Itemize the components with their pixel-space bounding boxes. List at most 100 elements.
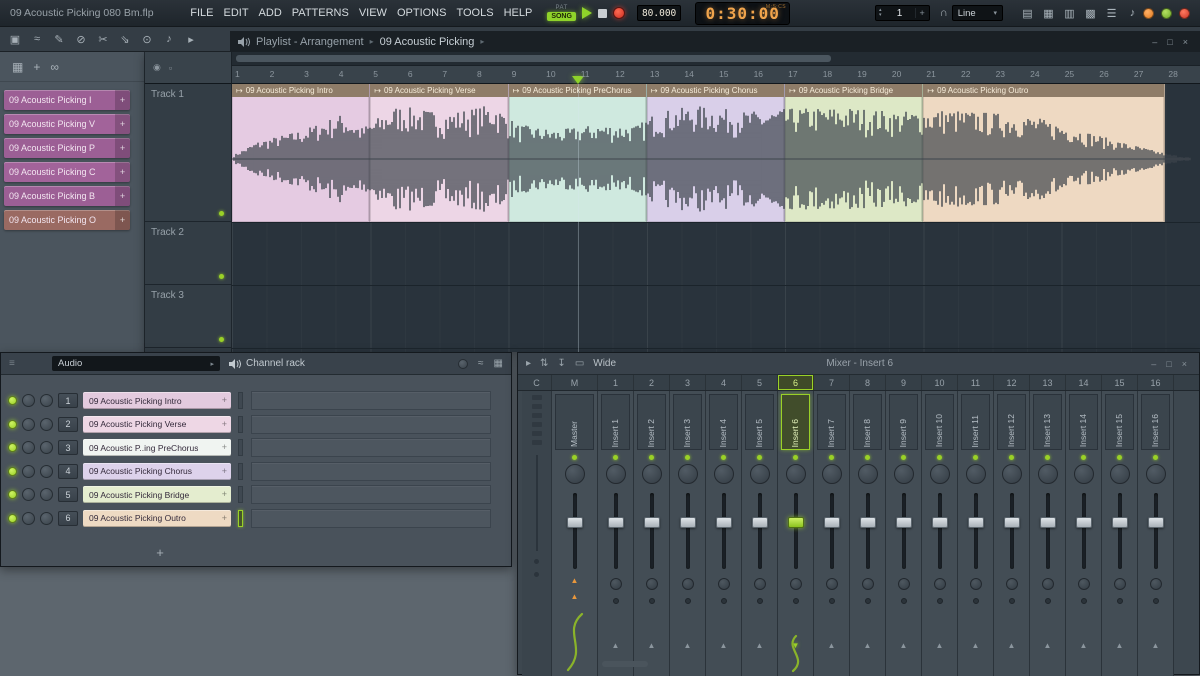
route-arrow-icon[interactable]: ▲ [1044,642,1052,650]
mixer-number-1[interactable]: 1 [598,375,634,390]
strip-name-plate[interactable]: Insert 1 [601,394,630,450]
playlist-clip[interactable]: ↦ 09 Acoustic Picking Outro [923,84,1166,222]
mixer-number-10[interactable]: 10 [922,375,958,390]
strip-name-plate[interactable]: Insert 3 [673,394,702,450]
fader-handle[interactable] [787,517,804,528]
mixer-master-strip[interactable]: Master ▲ ▲ [552,391,598,676]
stereo-sep-knob[interactable] [645,578,658,590]
playlist-clip[interactable]: ↦ 09 Acoustic Picking Bridge [785,84,924,222]
pan-knob[interactable] [857,464,878,484]
swing-knob[interactable] [458,358,469,369]
fader-handle[interactable] [823,517,840,528]
channel-select-indicator[interactable] [238,486,243,504]
channel-steps-area[interactable] [251,485,491,505]
channel-volume-knob[interactable] [40,394,53,408]
slice-tool-icon[interactable]: ✂ [92,29,114,49]
mixer-h-scrollbar[interactable] [602,661,648,667]
mixer-strip-13[interactable]: Insert 13 ▲ [1030,391,1066,676]
channel-select-indicator[interactable] [238,439,243,457]
channel-steps-area[interactable] [251,391,491,411]
channel-enable-led[interactable] [8,513,17,523]
add-pattern-button[interactable]: + [914,8,929,18]
channel-select-indicator[interactable] [238,509,243,527]
route-arrow-icon[interactable]: ▲ [936,642,944,650]
fader-handle[interactable] [895,517,912,528]
route-arrow-icon[interactable]: ▲ [828,642,836,650]
snap-dropdown[interactable]: Line ▾ [951,5,1003,21]
channel-button[interactable]: 09 Acoustic Picking Verse + [83,415,231,433]
mixer-strip-2[interactable]: Insert 2 ▲ [634,391,670,676]
mixer-header[interactable]: ▸ ⇅ ↧ ▭ Wide Mixer - Insert 6 – □ × [518,353,1199,375]
channel-select-indicator[interactable] [238,392,243,410]
channel-select-indicator[interactable] [238,462,243,480]
preview-tool-icon[interactable]: ♪ [158,29,180,49]
channel-number[interactable]: 3 [58,440,78,456]
playlist-toggle-icon[interactable]: ▤ [1017,4,1038,22]
stereo-sep-knob[interactable] [1113,578,1126,590]
menu-options[interactable]: OPTIONS [392,4,452,22]
strip-name-plate[interactable]: Insert 10 [925,394,954,450]
route-arrow-icon[interactable]: ▲ [720,642,728,650]
track-lock-icon[interactable]: ▫ [169,63,172,73]
channel-rack-header[interactable]: ≡ Audio ▸ Channel rack ≈ ▦ [1,353,511,375]
move-mode-icon[interactable]: + [33,60,40,74]
record-button[interactable] [612,7,625,19]
channel-volume-knob[interactable] [40,511,53,525]
route-arrow-icon[interactable]: ▲ [1152,642,1160,650]
stereo-sep-knob[interactable] [681,578,694,590]
stereo-sep-knob[interactable] [609,578,622,590]
fader-handle[interactable] [715,517,732,528]
pan-knob[interactable] [821,464,842,484]
volume-fader[interactable] [706,493,741,569]
mixer-strip-10[interactable]: Insert 10 ▲ [922,391,958,676]
piano-view-icon[interactable]: ▦ [12,60,23,74]
pattern-item-2[interactable]: 09 Acoustic Picking V + [4,114,130,134]
channel-button[interactable]: 09 Acoustic P..ing PreChorus + [83,439,231,457]
menu-tools[interactable]: TOOLS [451,4,498,22]
stereo-sep-knob[interactable] [933,578,946,590]
route-arrow-icon[interactable]: ▲ [684,642,692,650]
stereo-sep-knob[interactable] [789,578,802,590]
stereo-sep-knob[interactable] [1041,578,1054,590]
volume-fader[interactable] [742,493,777,569]
channel-volume-knob[interactable] [40,488,53,502]
close-icon[interactable]: × [1182,359,1187,369]
route-arrow-icon[interactable]: ▲ [972,642,980,650]
menu-edit[interactable]: EDIT [218,4,253,22]
add-channel-button[interactable]: + [153,545,167,560]
mixer-strip-7[interactable]: Insert 7 ▲ [814,391,850,676]
mixer-number-8[interactable]: 8 [850,375,886,390]
stop-button[interactable] [597,8,607,18]
pattern-drag-handle[interactable]: + [115,138,130,158]
route-arrow-icon[interactable]: ▲ [1080,642,1088,650]
strip-name-plate[interactable]: Insert 12 [997,394,1026,450]
mixer-swap-icon[interactable]: ⇅ [540,358,548,369]
pattern-drag-handle[interactable]: + [115,114,130,134]
pattern-spinner-arrows[interactable]: ▴ ▾ [876,8,885,18]
clip-header[interactable]: ↦ 09 Acoustic Picking Outro [923,84,1165,97]
menu-add[interactable]: ADD [254,4,287,22]
channel-steps-area[interactable] [251,414,491,434]
clip-header[interactable]: ↦ 09 Acoustic Picking Chorus [646,84,785,97]
stereo-sep-knob[interactable] [897,578,910,590]
route-arrow-icon[interactable]: ▲ [1116,642,1124,650]
strip-name-plate[interactable]: Insert 2 [637,394,666,450]
pattern-drag-handle[interactable]: + [115,186,130,206]
menu-file[interactable]: FILE [185,4,218,22]
mixer-strip-15[interactable]: Insert 15 ▲ [1102,391,1138,676]
mixer-number-14[interactable]: 14 [1066,375,1102,390]
track-mute-led[interactable] [219,211,224,216]
channel-pan-knob[interactable] [22,394,35,408]
menu-view[interactable]: VIEW [354,4,392,22]
timeline-ruler[interactable]: 1 2 3 4 5 6 7 8 9 10 11 12 13 14 15 16 17 18 19 20 21 22 23 24 2… [232,66,1200,84]
route-arrow-icon[interactable]: ▲ [612,642,620,650]
channel-button[interactable]: 09 Acoustic Picking Intro + [83,392,231,410]
mixer-view-label[interactable]: Wide [593,358,616,369]
pan-knob[interactable] [1037,464,1058,484]
volume-fader[interactable] [922,493,957,569]
graph-editor-icon[interactable]: ≈ [478,358,484,369]
minimize-circle-button[interactable] [1143,7,1154,19]
select-tool-icon[interactable]: ▣ [4,29,26,49]
channel-volume-knob[interactable] [40,464,53,478]
pan-knob[interactable] [785,464,806,484]
